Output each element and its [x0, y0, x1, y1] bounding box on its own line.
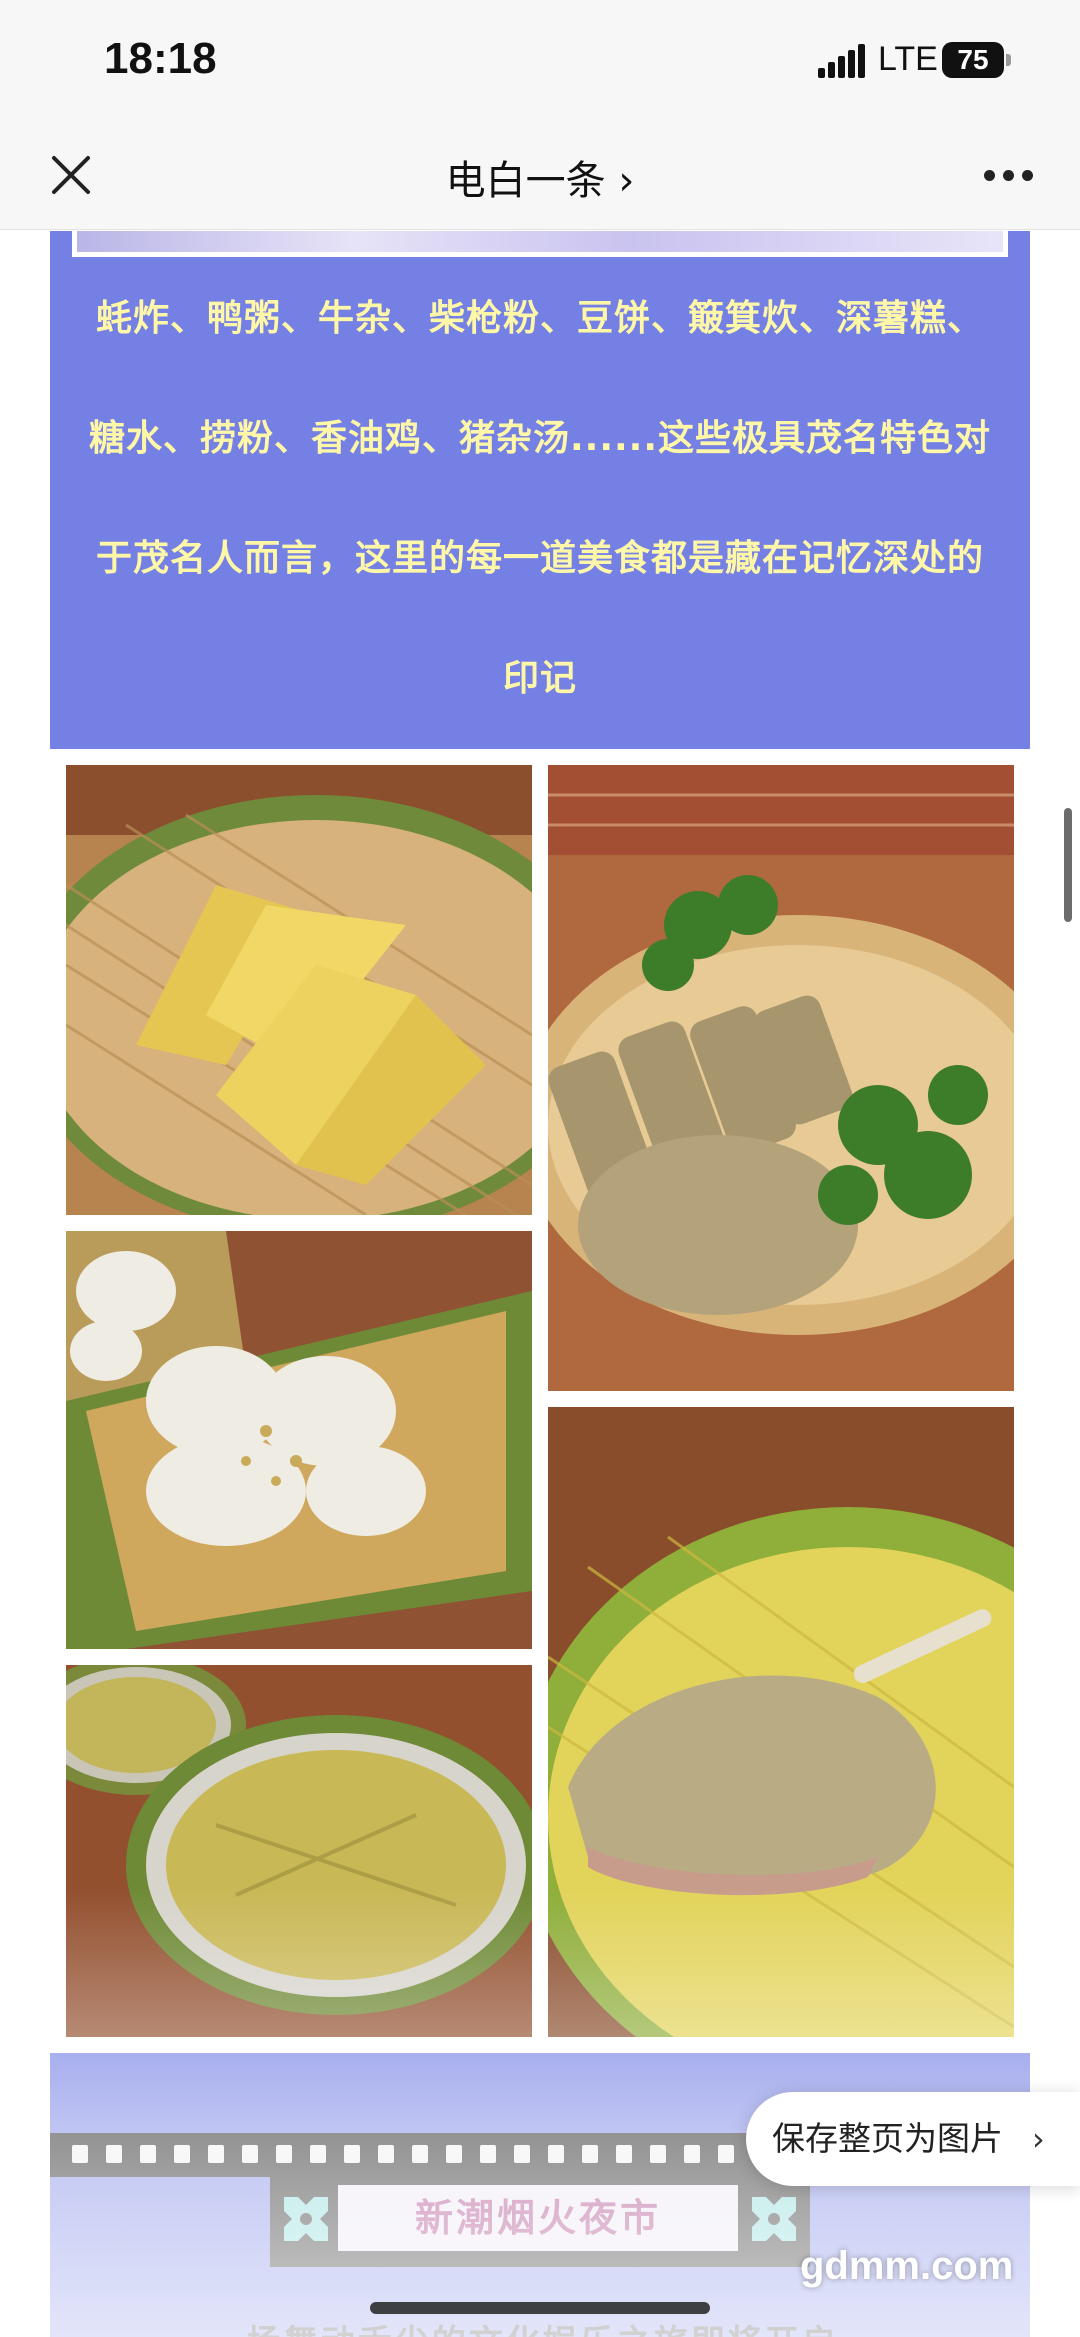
watermark: gdmm.com	[800, 2244, 1014, 2288]
description-line: 印记	[502, 658, 577, 699]
previous-image-frame	[72, 231, 1008, 257]
previous-image-edge	[50, 231, 1030, 263]
banner-title: 新潮烟火夜市	[338, 2185, 738, 2251]
banner-subline: 一场舞动舌尖的文化娱乐之旅即将开启~	[50, 2315, 1030, 2337]
food-photo-bean-cakes[interactable]	[66, 765, 532, 1215]
night-market-banner: 新潮烟火夜市	[270, 2171, 810, 2267]
food-photo-rice-noodle-rolls[interactable]	[66, 1231, 532, 1649]
x-decoration-icon	[752, 2197, 796, 2241]
description-line: 蚝炸、鸭粥、牛杂、柴枪粉、豆饼、簸箕炊、深薯糕、	[95, 298, 984, 339]
article-content[interactable]: 蚝炸、鸭粥、牛杂、柴枪粉、豆饼、簸箕炊、深薯糕、 糖水、捞粉、香油鸡、猪杂汤..…	[0, 231, 1080, 2337]
more-dots-icon[interactable]	[984, 170, 1034, 182]
food-description-panel: 蚝炸、鸭粥、牛杂、柴枪粉、豆饼、簸箕炊、深薯糕、 糖水、捞粉、香油鸡、猪杂汤..…	[50, 263, 1030, 749]
page-title[interactable]: 电白一条 ›	[0, 148, 1080, 206]
battery-icon: 75	[942, 42, 1004, 78]
home-indicator[interactable]	[370, 2302, 710, 2314]
x-decoration-icon	[284, 2197, 328, 2241]
save-page-as-image-button[interactable]: 保存整页为图片 ›	[746, 2092, 1080, 2186]
food-photo-steamed-rice-cakes[interactable]	[66, 1665, 532, 2037]
status-bar: 18:18 LTE 75	[0, 0, 1080, 120]
signal-icon	[818, 44, 868, 78]
scrollbar-thumb[interactable]	[1064, 808, 1072, 922]
status-time: 18:18	[104, 34, 217, 83]
description-line: 于茂名人而言，这里的每一道美食都是藏在记忆深处的	[95, 538, 984, 579]
nav-bar: 电白一条 ›	[0, 120, 1080, 230]
save-page-label: 保存整页为图片	[772, 2119, 1003, 2158]
description-line: 糖水、捞粉、香油鸡、猪杂汤......这些极具茂名特色对	[88, 418, 992, 459]
battery-nub	[1006, 54, 1011, 66]
food-photo-poached-chicken[interactable]	[548, 765, 1014, 1391]
network-type: LTE	[878, 40, 938, 78]
chevron-right-icon: ›	[1032, 2120, 1045, 2158]
food-photo-roast-goose[interactable]	[548, 1407, 1014, 2037]
